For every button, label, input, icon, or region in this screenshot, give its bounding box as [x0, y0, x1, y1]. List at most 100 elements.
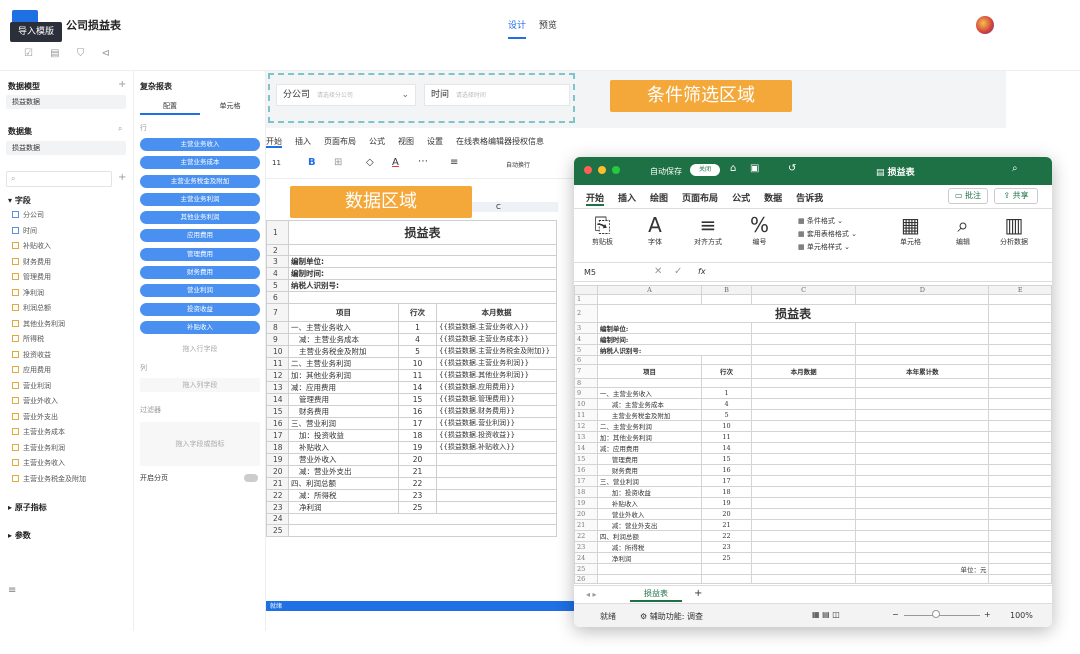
ribbon-group[interactable]: ⎘ 剪贴板 [592, 213, 613, 247]
item-cell[interactable]: 减：所得税 [288, 488, 399, 502]
tab-preview[interactable]: 预览 [539, 21, 557, 31]
value-cell[interactable] [751, 519, 857, 532]
empty-cell[interactable] [988, 519, 1052, 532]
field-item[interactable]: 主营业务利润 [0, 441, 134, 457]
excel-tab[interactable]: 绘图 [650, 191, 668, 204]
line-cell[interactable]: 18 [398, 428, 437, 442]
item-cell[interactable]: 管理费用 [596, 453, 703, 466]
field-item[interactable]: 财务费用 [0, 255, 134, 271]
excel-tab[interactable]: 告诉我 [796, 191, 823, 204]
field-item[interactable]: 主营业务收入 [0, 456, 134, 472]
view-icons[interactable]: ▦ ▤ ◫ [812, 610, 840, 619]
excel-tab[interactable]: 页面布局 [682, 191, 718, 204]
line-cell[interactable]: 19 [701, 497, 753, 510]
value-cell[interactable] [855, 387, 990, 400]
line-cell[interactable]: 25 [701, 552, 753, 565]
table-format-button[interactable]: ▦ 套用表格格式 ⌄ [798, 228, 857, 241]
value-cell[interactable] [855, 464, 990, 477]
empty-cell[interactable] [288, 291, 557, 304]
value-cell[interactable] [855, 530, 990, 543]
value-cell[interactable] [751, 431, 857, 444]
time-filter[interactable]: 时间 请选择时间 [424, 84, 570, 106]
empty-cell[interactable] [988, 420, 1052, 433]
row-field-pill[interactable]: 投资收益 [140, 302, 260, 316]
line-cell[interactable]: 14 [701, 442, 753, 455]
row-field-pill[interactable]: 其他业务利润 [140, 211, 260, 225]
value-cell[interactable] [855, 552, 990, 565]
value-cell[interactable] [436, 500, 557, 514]
field-item[interactable]: 投资收益 [0, 348, 134, 364]
row-field-pill[interactable]: 主营业务收入 [140, 138, 260, 151]
empty-cell[interactable] [988, 464, 1052, 477]
empty-cell[interactable] [701, 354, 753, 365]
empty-cell[interactable] [988, 574, 1052, 585]
empty-cell[interactable] [988, 508, 1052, 521]
field-item[interactable]: 管理费用 [0, 270, 134, 286]
empty-cell[interactable] [988, 294, 1052, 305]
empty-cell[interactable] [701, 294, 753, 305]
line-cell[interactable]: 21 [398, 464, 437, 478]
collapse-icon[interactable]: ≡ [8, 585, 16, 596]
confirm-icon[interactable]: ✓ [674, 266, 682, 277]
border-icon[interactable]: ⊞ [334, 157, 342, 168]
excel-tab[interactable]: 数据 [764, 191, 782, 204]
value-cell[interactable] [751, 442, 857, 455]
field-item[interactable]: 主营业务税金及附加 [0, 472, 134, 488]
header-cell[interactable]: 行次 [398, 302, 437, 322]
empty-cell[interactable] [988, 431, 1052, 444]
line-cell[interactable]: 25 [398, 500, 437, 514]
home-icon[interactable]: ⌂ [730, 163, 736, 174]
empty-cell[interactable] [855, 574, 990, 585]
check-icon[interactable]: ☑ [24, 48, 33, 59]
ribbon-tab[interactable]: 公式 [369, 137, 385, 146]
add-filter-drop[interactable]: 拖入字段或指标 [140, 422, 260, 466]
unit-cell[interactable]: 单位：元 [855, 563, 990, 576]
add-field-icon[interactable]: + [118, 172, 126, 183]
item-cell[interactable]: 主营业务税金及附加 [288, 344, 399, 358]
empty-cell[interactable] [855, 354, 990, 365]
field-item[interactable]: 利润总额 [0, 301, 134, 317]
row-field-pill[interactable]: 主营业务税金及附加 [140, 174, 260, 188]
empty-cell[interactable] [751, 377, 857, 389]
accessibility-status[interactable]: ⚙ 辅助功能: 调查 [640, 611, 703, 622]
excel-tab[interactable]: 开始 [586, 191, 605, 206]
ribbon-group[interactable]: % 编号 [750, 213, 769, 247]
item-cell[interactable]: 二、主营业务利润 [596, 420, 703, 433]
zoom-in-icon[interactable]: + [984, 610, 991, 619]
line-cell[interactable]: 4 [398, 332, 437, 346]
empty-cell[interactable] [988, 442, 1052, 455]
empty-cell[interactable] [988, 541, 1052, 554]
field-item[interactable]: 应用费用 [0, 363, 134, 379]
empty-cell[interactable] [751, 343, 857, 356]
value-cell[interactable] [751, 398, 857, 411]
row-field-pill[interactable]: 主营业务成本 [140, 156, 260, 170]
value-cell[interactable] [751, 464, 857, 477]
row-field-pill[interactable]: 应用费用 [140, 229, 260, 243]
value-cell[interactable] [751, 541, 857, 554]
line-cell[interactable]: 18 [701, 486, 753, 499]
line-cell[interactable]: 17 [398, 416, 437, 430]
row-field-pill[interactable]: 财务费用 [140, 266, 260, 280]
col-header[interactable]: A [596, 284, 703, 296]
empty-cell[interactable] [288, 512, 557, 526]
line-cell[interactable]: 15 [701, 453, 753, 466]
item-cell[interactable]: 减：所得税 [596, 541, 703, 554]
empty-cell[interactable] [855, 294, 990, 305]
maximize-icon[interactable] [612, 166, 620, 174]
close-icon[interactable] [584, 166, 592, 174]
filter-icon[interactable]: ⛉ [77, 48, 85, 59]
excel-title[interactable]: 损益表 [596, 303, 990, 323]
value-cell[interactable] [436, 464, 557, 478]
item-cell[interactable]: 减：主营业务成本 [288, 332, 399, 346]
field-item[interactable]: 营业利润 [0, 379, 134, 395]
info-cell[interactable]: 编制单位: [596, 321, 753, 334]
empty-cell[interactable] [988, 486, 1052, 499]
value-cell[interactable]: {{损益数据.投资收益}} [436, 428, 557, 442]
ribbon-group[interactable]: A 字体 [648, 213, 662, 247]
line-cell[interactable]: 20 [398, 452, 437, 466]
empty-cell[interactable] [988, 398, 1052, 411]
value-cell[interactable]: {{损益数据.应用费用}} [436, 380, 557, 394]
empty-cell[interactable] [988, 530, 1052, 543]
item-cell[interactable]: 净利润 [596, 552, 703, 565]
zoom-handle[interactable] [932, 610, 940, 618]
